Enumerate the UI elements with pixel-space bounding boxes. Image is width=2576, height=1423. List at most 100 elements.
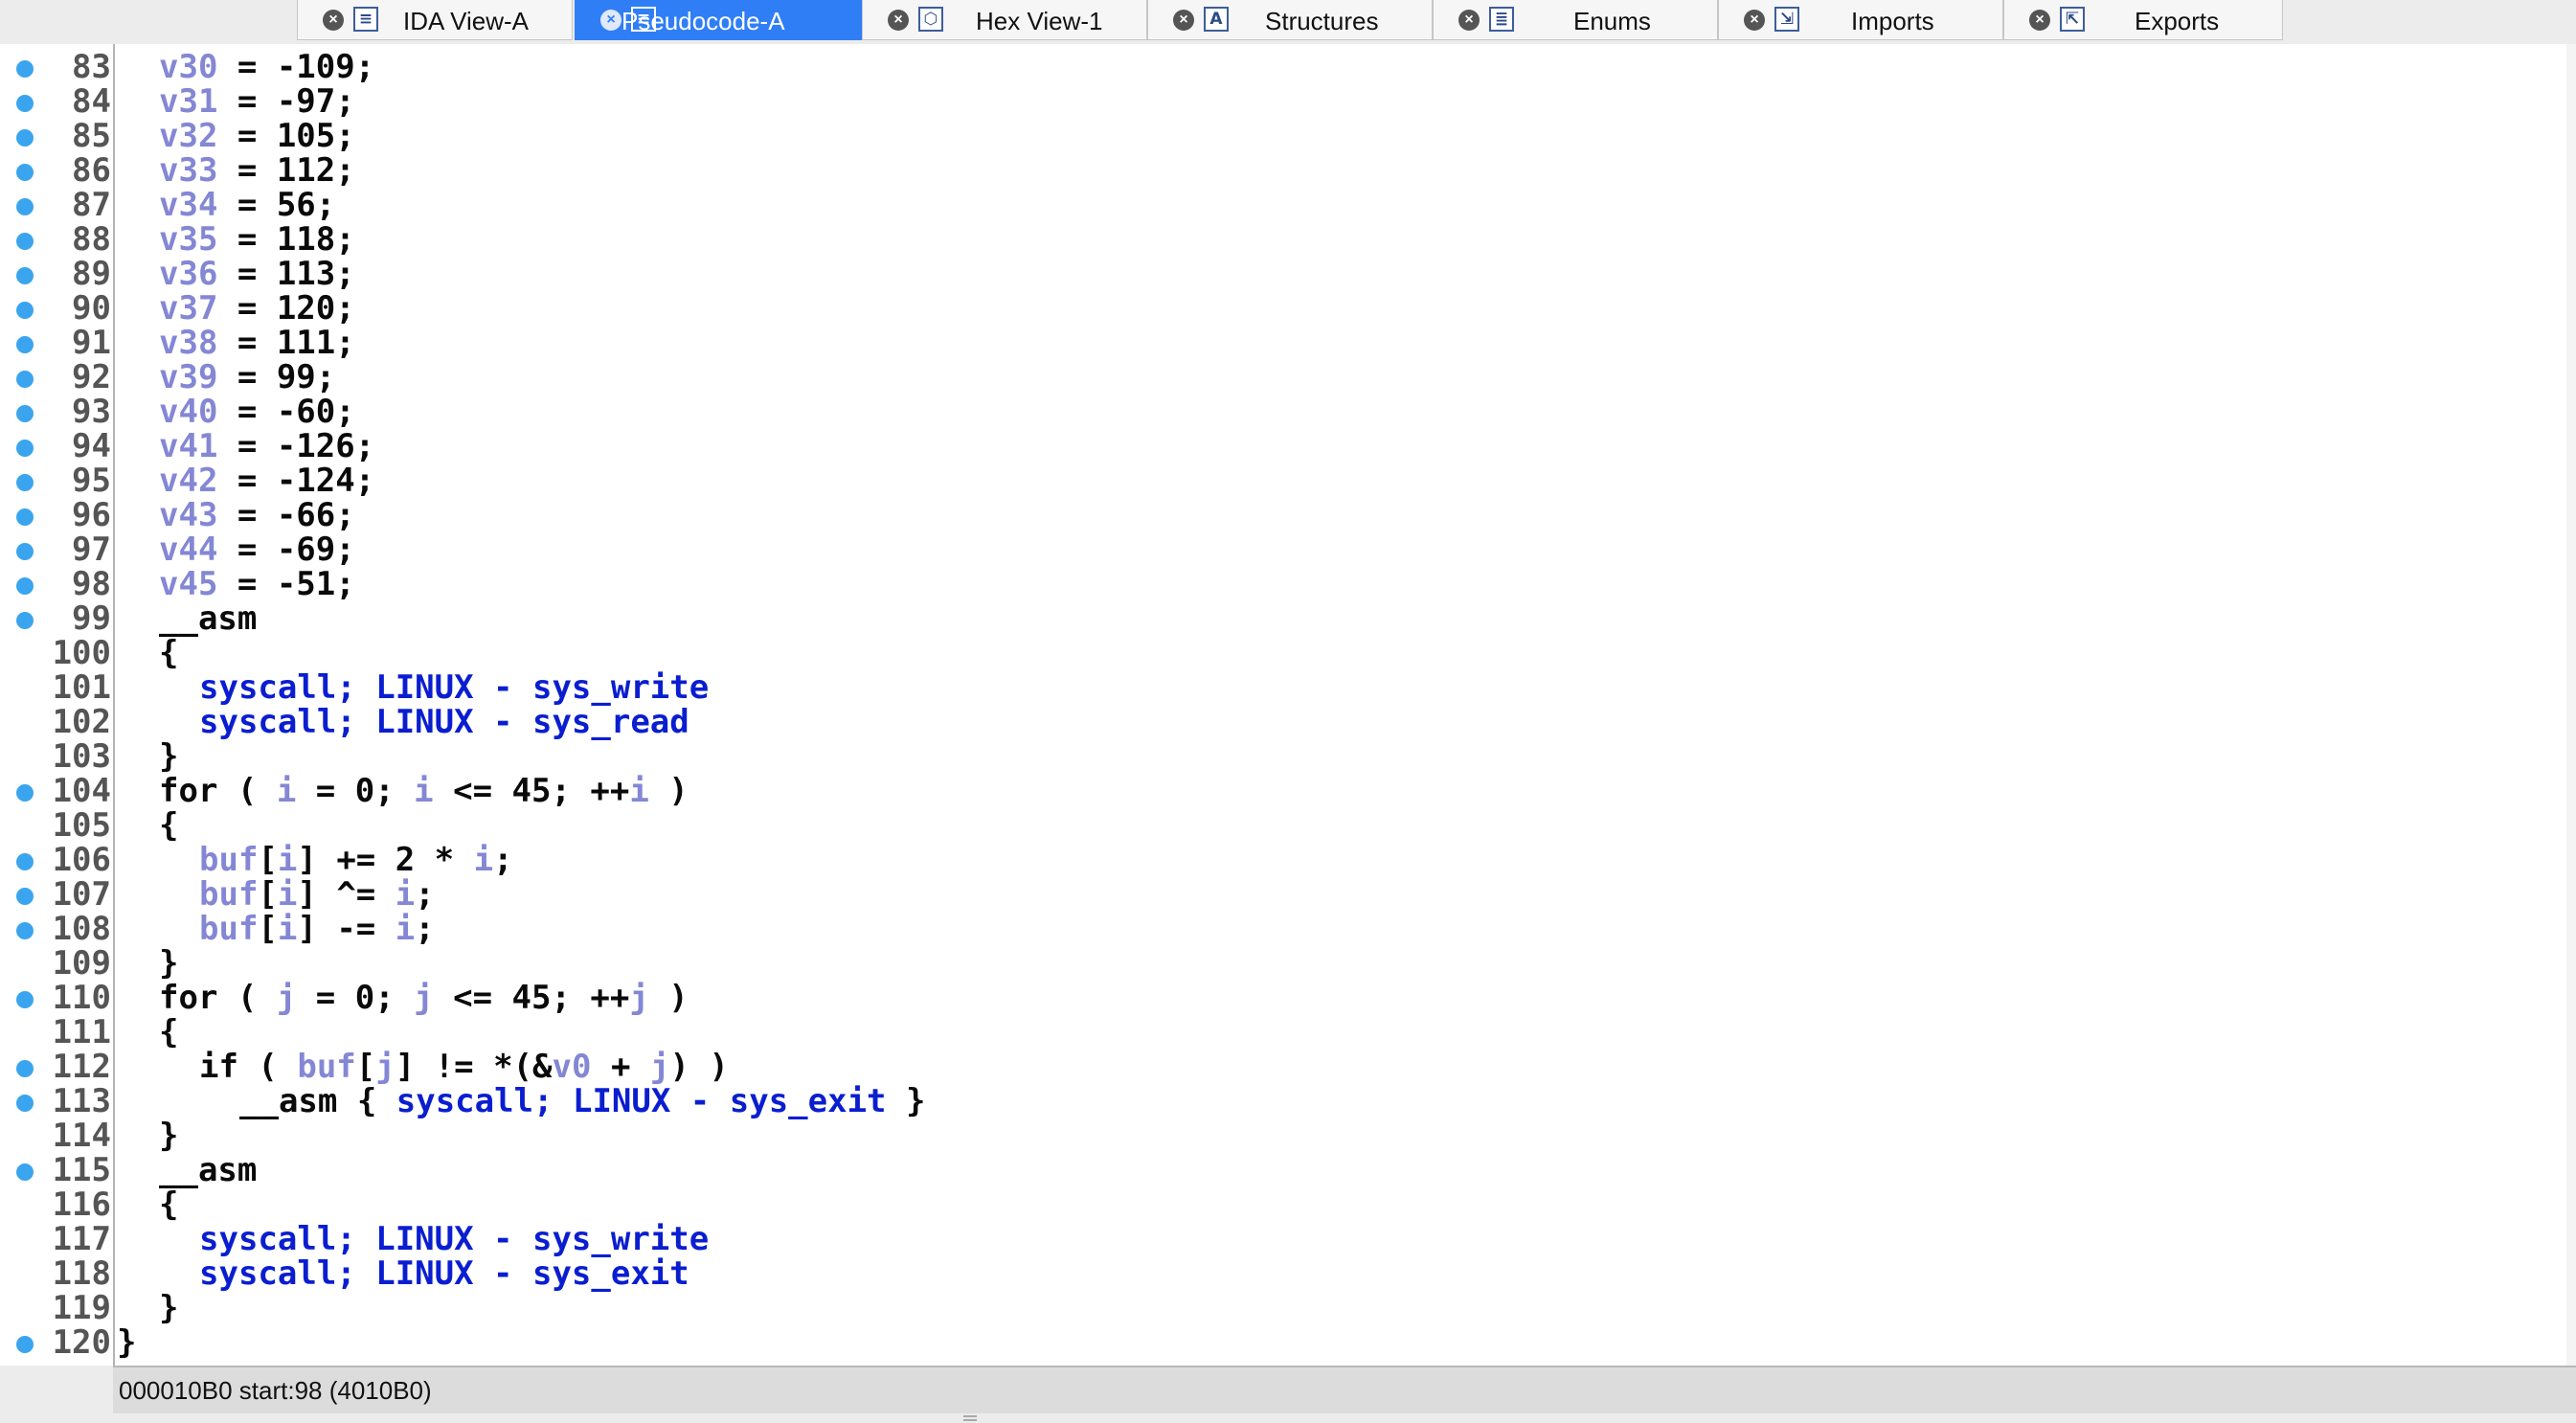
variable-token[interactable]: i	[395, 910, 415, 948]
breakpoint-dot-icon[interactable]	[16, 371, 34, 388]
variable-token[interactable]: v39	[159, 358, 217, 396]
breakpoint-dot-icon[interactable]	[16, 1163, 34, 1181]
variable-token[interactable]: j	[375, 1048, 395, 1086]
breakpoint-dot-icon[interactable]	[16, 233, 34, 250]
close-tab-icon[interactable]: ×	[1744, 10, 1765, 31]
breakpoint-dot-icon[interactable]	[16, 129, 34, 147]
breakpoint-dot-icon[interactable]	[16, 543, 34, 560]
code-line[interactable]: 113 __asm { syscall; LINUX - sys_exit }	[0, 1084, 2576, 1118]
breakpoint-dot-icon[interactable]	[16, 60, 34, 78]
code-line[interactable]: 109}	[0, 946, 2576, 981]
variable-token[interactable]: j	[277, 979, 296, 1017]
breakpoint-dot-icon[interactable]	[16, 991, 34, 1008]
code-line[interactable]: 87 v34 = 56;	[0, 188, 2576, 222]
breakpoint-dot-icon[interactable]	[16, 1060, 34, 1077]
breakpoint-dot-icon[interactable]	[16, 577, 34, 595]
variable-token[interactable]: j	[629, 979, 648, 1017]
code-line[interactable]: 110 for ( j = 0; j <= 45; ++j )	[0, 981, 2576, 1015]
code-line[interactable]: 117 syscall; LINUX - sys_write	[0, 1222, 2576, 1256]
variable-token[interactable]: i	[278, 841, 297, 879]
tab-hex-view-1[interactable]: × ⬡ Hex View-1	[862, 0, 1147, 40]
variable-token[interactable]: buf	[199, 875, 258, 914]
variable-token[interactable]: v38	[159, 324, 217, 362]
breakpoint-dot-icon[interactable]	[16, 612, 34, 629]
code-line[interactable]: 118 syscall; LINUX - sys_exit	[0, 1256, 2576, 1291]
close-tab-icon[interactable]: ×	[888, 10, 909, 31]
tab-enums[interactable]: × ≣ Enums	[1433, 0, 1718, 40]
code-line[interactable]: 86 v33 = 112;	[0, 153, 2576, 188]
variable-token[interactable]: v33	[159, 151, 217, 190]
breakpoint-dot-icon[interactable]	[16, 784, 34, 802]
variable-token[interactable]: i	[278, 875, 297, 914]
variable-token[interactable]: v41	[159, 427, 217, 465]
breakpoint-dot-icon[interactable]	[16, 922, 34, 939]
breakpoint-dot-icon[interactable]	[16, 440, 34, 457]
code-line[interactable]: 101 syscall; LINUX - sys_write	[0, 670, 2576, 705]
breakpoint-dot-icon[interactable]	[16, 164, 34, 181]
code-line[interactable]: 106 buf[i] += 2 * i;	[0, 843, 2576, 877]
variable-token[interactable]: i	[414, 772, 433, 810]
code-line[interactable]: 103}	[0, 739, 2576, 774]
code-line[interactable]: 111 {	[0, 1015, 2576, 1050]
breakpoint-dot-icon[interactable]	[16, 302, 34, 319]
code-line[interactable]: 115 __asm	[0, 1153, 2576, 1187]
variable-token[interactable]: buf	[199, 910, 258, 948]
tab-imports[interactable]: × ⇲ Imports	[1718, 0, 2003, 40]
variable-token[interactable]: v31	[159, 82, 217, 121]
breakpoint-dot-icon[interactable]	[16, 198, 34, 215]
code-line[interactable]: 107 buf[i] ^= i;	[0, 877, 2576, 912]
code-line[interactable]: 89 v36 = 113;	[0, 257, 2576, 291]
code-line[interactable]: 100 {	[0, 636, 2576, 670]
code-line[interactable]: 104 for ( i = 0; i <= 45; ++i )	[0, 774, 2576, 808]
code-line[interactable]: 102 syscall; LINUX - sys_read	[0, 705, 2576, 739]
code-line[interactable]: 108 buf[i] -= i;	[0, 912, 2576, 946]
variable-token[interactable]: i	[277, 772, 296, 810]
variable-token[interactable]: i	[395, 875, 415, 914]
vertical-scrollbar[interactable]	[2566, 44, 2576, 1366]
variable-token[interactable]: v40	[159, 393, 217, 431]
breakpoint-dot-icon[interactable]	[16, 1095, 34, 1112]
variable-token[interactable]: v44	[159, 531, 217, 569]
code-line[interactable]: 114}	[0, 1118, 2576, 1153]
tab-ida-view-a[interactable]: × ≡ IDA View-A	[297, 0, 573, 40]
breakpoint-dot-icon[interactable]	[16, 405, 34, 422]
close-tab-icon[interactable]: ×	[1173, 10, 1194, 31]
variable-token[interactable]: v42	[159, 462, 217, 500]
code-line[interactable]: 119}	[0, 1291, 2576, 1325]
variable-token[interactable]: v32	[159, 117, 217, 155]
code-line[interactable]: 95 v42 = -124;	[0, 463, 2576, 498]
variable-token[interactable]: buf	[199, 841, 258, 879]
variable-token[interactable]: v37	[159, 289, 217, 328]
code-line[interactable]: 116 {	[0, 1187, 2576, 1222]
code-line[interactable]: 90 v37 = 120;	[0, 291, 2576, 326]
code-line[interactable]: 94 v41 = -126;	[0, 429, 2576, 463]
variable-token[interactable]: v30	[159, 48, 217, 86]
breakpoint-dot-icon[interactable]	[16, 267, 34, 284]
variable-token[interactable]: i	[278, 910, 297, 948]
variable-token[interactable]: v36	[159, 255, 217, 293]
code-line[interactable]: 83 v30 = -109;	[0, 50, 2576, 84]
code-line[interactable]: 98 v45 = -51;	[0, 567, 2576, 601]
breakpoint-dot-icon[interactable]	[16, 95, 34, 112]
code-line[interactable]: 112 if ( buf[j] != *(&v0 + j) )	[0, 1050, 2576, 1084]
breakpoint-dot-icon[interactable]	[16, 336, 34, 353]
breakpoint-dot-icon[interactable]	[16, 888, 34, 905]
breakpoint-dot-icon[interactable]	[16, 508, 34, 526]
close-tab-icon[interactable]: ×	[2029, 10, 2050, 31]
code-line[interactable]: 120}	[0, 1325, 2576, 1360]
code-line[interactable]: 92 v39 = 99;	[0, 360, 2576, 395]
close-tab-icon[interactable]: ×	[600, 10, 621, 31]
code-line[interactable]: 99 __asm	[0, 601, 2576, 636]
variable-token[interactable]: j	[650, 1048, 669, 1086]
breakpoint-dot-icon[interactable]	[16, 1336, 34, 1353]
variable-token[interactable]: v45	[159, 565, 217, 603]
code-line[interactable]: 93 v40 = -60;	[0, 395, 2576, 429]
close-tab-icon[interactable]: ×	[323, 10, 344, 31]
breakpoint-dot-icon[interactable]	[16, 853, 34, 870]
panel-resize-handle[interactable]	[963, 1415, 977, 1421]
code-line[interactable]: 91 v38 = 111;	[0, 326, 2576, 360]
code-line[interactable]: 88 v35 = 118;	[0, 222, 2576, 257]
tab-exports[interactable]: × ⇱ Exports	[2003, 0, 2283, 40]
variable-token[interactable]: i	[474, 841, 493, 879]
breakpoint-dot-icon[interactable]	[16, 474, 34, 491]
